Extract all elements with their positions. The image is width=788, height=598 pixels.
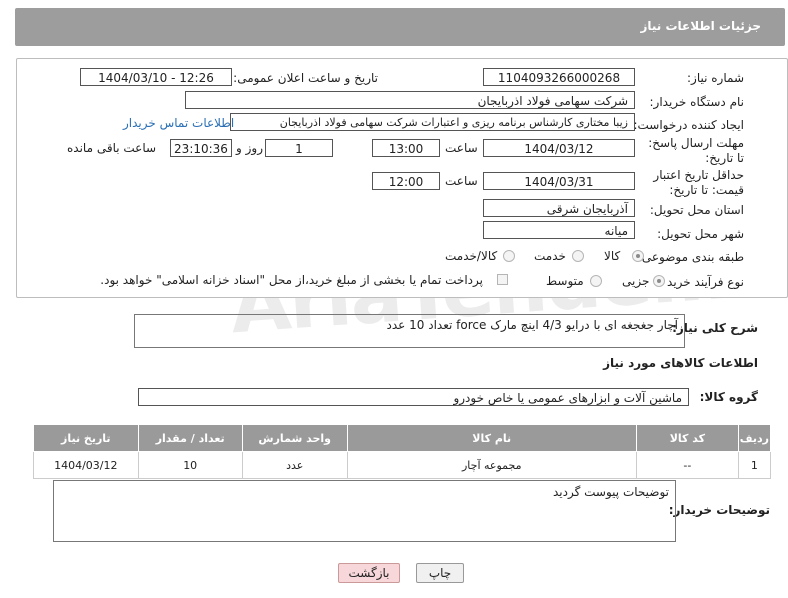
announce-datetime-label: تاریخ و ساعت اعلان عمومی: — [233, 71, 378, 85]
col-unit: واحد شمارش — [241, 424, 348, 452]
page-header: جزئیات اطلاعات نیاز — [15, 8, 785, 46]
goods-group-label: گروه کالا: — [699, 390, 758, 404]
category-label: طبقه بندی موضوعی: — [637, 250, 744, 264]
process-medium-radio[interactable] — [590, 275, 602, 287]
remaining-time-field: 23:10:36 — [170, 139, 232, 157]
price-time-label: ساعت — [445, 174, 478, 188]
buyer-org-label: نام دستگاه خریدار: — [649, 95, 745, 109]
process-medium-label: متوسط — [546, 274, 584, 288]
province-field: آذربایجان شرقی — [483, 199, 635, 217]
buyer-notes-field: توضیحات پیوست گردید — [53, 480, 676, 542]
process-minor-label: جزیی — [622, 274, 650, 288]
col-qty: تعداد / مقدار — [137, 424, 243, 452]
category-service-radio[interactable] — [572, 250, 584, 262]
price-time-field: 12:00 — [372, 172, 440, 190]
treasury-payment-note: پرداخت تمام یا بخشی از مبلغ خرید،از محل … — [100, 273, 483, 287]
remaining-time-label: ساعت باقی مانده — [67, 141, 157, 155]
category-goods-service-label: کالا/خدمت — [445, 249, 498, 263]
table-row: 1 -- مجموعه آچار عدد 10 1404/03/12 — [33, 451, 772, 479]
price-validity-label: حداقل تاریخ اعتبار قیمت: تا تاریخ: — [653, 168, 744, 197]
col-date: تاریخ نیاز — [33, 424, 139, 452]
category-goods-label: کالا — [604, 249, 621, 263]
need-number-label: شماره نیاز: — [687, 71, 744, 85]
cell-row: 1 — [737, 451, 772, 479]
buyer-notes-label: توضیحات خریدار: — [668, 503, 770, 517]
category-goods-service-radio[interactable] — [503, 250, 515, 262]
buyer-notes-text: توضیحات پیوست گردید — [553, 485, 669, 499]
goods-table: ردیف کد کالا نام کالا واحد شمارش تعداد /… — [33, 424, 772, 479]
col-name: نام کالا — [346, 424, 637, 452]
category-goods-radio[interactable] — [632, 250, 644, 262]
page-title: جزئیات اطلاعات نیاز — [640, 19, 761, 33]
days-field: 1 — [265, 139, 333, 157]
category-service-label: خدمت — [534, 249, 566, 263]
description-text: آچار جغجغه ای با درایو 4/3 اینچ مارک for… — [386, 318, 678, 332]
cell-date: 1404/03/12 — [33, 451, 139, 479]
cell-unit: عدد — [241, 451, 348, 479]
goods-table-header: ردیف کد کالا نام کالا واحد شمارش تعداد /… — [33, 424, 772, 452]
creator-label: ایجاد کننده درخواست: — [633, 118, 744, 132]
need-number-field: 1104093266000268 — [483, 68, 635, 86]
print-button[interactable]: چاپ — [416, 563, 464, 583]
description-field: آچار جغجغه ای با درایو 4/3 اینچ مارک for… — [134, 314, 685, 348]
cell-qty: 10 — [137, 451, 243, 479]
col-row: ردیف — [737, 424, 772, 452]
city-label: شهر محل تحویل: — [657, 227, 744, 241]
goods-info-title: اطلاعات کالاهای مورد نیاز — [603, 356, 758, 370]
reply-date-field: 1404/03/12 — [483, 139, 635, 157]
goods-group-field: ماشین آلات و ابزارهای عمومی یا خاص خودرو — [138, 388, 689, 406]
treasury-checkbox[interactable] — [497, 274, 508, 285]
cell-name: مجموعه آچار — [346, 451, 637, 479]
process-minor-radio[interactable] — [653, 275, 665, 287]
reply-time-label: ساعت — [445, 141, 478, 155]
col-code: کد کالا — [635, 424, 739, 452]
back-button[interactable]: بازگشت — [338, 563, 400, 583]
days-label: روز و — [236, 141, 263, 155]
reply-time-field: 13:00 — [372, 139, 440, 157]
announce-datetime-field: 1404/03/10 - 12:26 — [80, 68, 232, 86]
city-field: میانه — [483, 221, 635, 239]
reply-deadline-label: مهلت ارسال پاسخ: تا تاریخ: — [648, 136, 744, 165]
process-label: نوع فرآیند خرید : — [659, 275, 744, 289]
creator-field: زیبا مختاری کارشناس برنامه ریزی و اعتبار… — [230, 113, 635, 131]
province-label: استان محل تحویل: — [649, 203, 744, 217]
buyer-contact-link[interactable]: اطلاعات تماس خریدار — [123, 116, 234, 130]
cell-code: -- — [635, 451, 739, 479]
buyer-org-field: شرکت سهامی فولاد اذربایجان — [185, 91, 635, 109]
price-date-field: 1404/03/31 — [483, 172, 635, 190]
